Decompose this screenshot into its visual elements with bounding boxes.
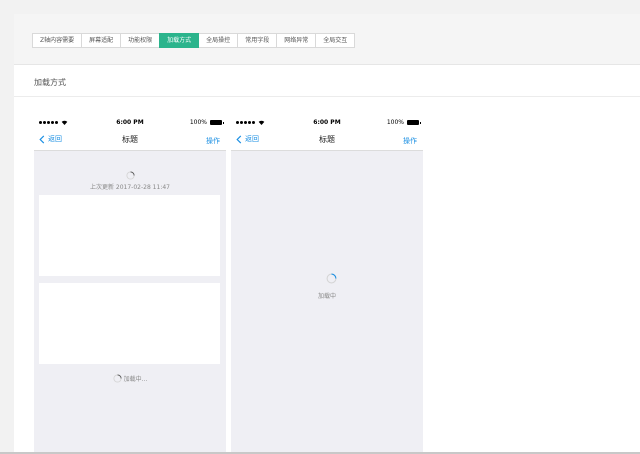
action-button[interactable]: 操作 xyxy=(403,136,417,146)
content-card xyxy=(39,283,220,364)
page: Z轴内容需要 屏幕适配 功能权限 加载方式 全局操控 常用字段 网络异常 全局交… xyxy=(14,14,640,454)
loading-text: 加载中 xyxy=(317,293,336,300)
status-bar: 6:00 PM 100% xyxy=(231,115,423,130)
section-title: 加载方式 xyxy=(34,78,66,87)
loading-text: 加载中... xyxy=(123,376,148,383)
battery-icon xyxy=(210,120,224,125)
spinner-icon xyxy=(126,171,135,180)
tab-loading-method[interactable]: 加载方式 xyxy=(159,33,200,48)
battery-percent: 100% xyxy=(386,119,404,126)
tab-network-error[interactable]: 网络异常 xyxy=(276,33,317,48)
load-more-indicator: 加载中... xyxy=(34,374,226,383)
tab-common-fields[interactable]: 常用字段 xyxy=(237,33,278,48)
tab-screen-adapt[interactable]: 屏幕适配 xyxy=(81,33,122,48)
nav-title: 标题 xyxy=(122,135,138,144)
battery-percent: 100% xyxy=(189,119,207,126)
spinner-icon xyxy=(326,273,337,284)
battery-icon xyxy=(407,120,421,125)
phone-mockup-pull-refresh: 6:00 PM 100% 返回 标题 操作 上次更新 2017-02-28 11… xyxy=(34,115,226,454)
tab-list: Z轴内容需要 屏幕适配 功能权限 加载方式 全局操控 常用字段 网络异常 全局交… xyxy=(32,33,356,48)
tab-global-control[interactable]: 全局操控 xyxy=(198,33,239,48)
divider xyxy=(14,96,640,97)
last-updated-text: 上次更新 2017-02-28 11:47 xyxy=(90,184,170,191)
nav-bar: 返回 标题 操作 xyxy=(34,130,226,151)
phone-mockup-page-loading: 6:00 PM 100% 返回 标题 操作 加载中 xyxy=(231,115,423,454)
content-card xyxy=(39,195,220,276)
tabs-bar: Z轴内容需要 屏幕适配 功能权限 加载方式 全局操控 常用字段 网络异常 全局交… xyxy=(14,14,640,65)
nav-title: 标题 xyxy=(319,135,335,144)
tab-global-interaction[interactable]: 全局交互 xyxy=(315,33,356,48)
status-bar: 6:00 PM 100% xyxy=(34,115,226,130)
tab-permissions[interactable]: 功能权限 xyxy=(120,33,161,48)
spinner-icon xyxy=(113,374,122,383)
tab-z-axis[interactable]: Z轴内容需要 xyxy=(32,33,83,48)
nav-bar: 返回 标题 操作 xyxy=(231,130,423,151)
action-button[interactable]: 操作 xyxy=(206,136,220,146)
